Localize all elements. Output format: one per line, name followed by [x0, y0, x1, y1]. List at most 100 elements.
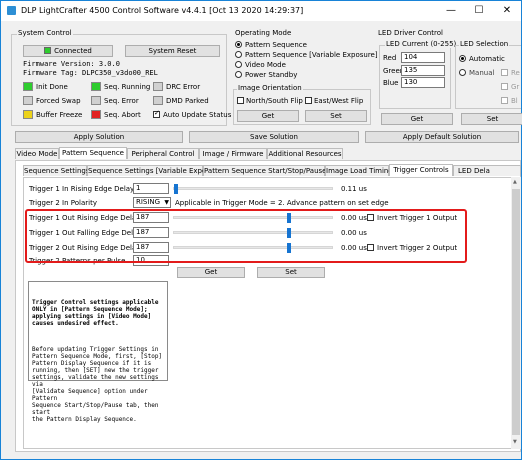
- led-green-label: Gr: [511, 83, 520, 91]
- buffer-freeze-label: Buffer Freeze: [36, 111, 83, 119]
- app-icon: [7, 6, 16, 15]
- led-get-button[interactable]: Get: [381, 113, 453, 125]
- close-button[interactable]: ✕: [493, 1, 521, 21]
- mode-pattern-variable-label: Pattern Sequence [Variable Exposure]: [245, 51, 378, 59]
- trigger-get-button[interactable]: Get: [177, 267, 245, 278]
- scroll-up-icon[interactable]: ▲: [513, 179, 517, 185]
- led-blue-label: Bl: [511, 97, 518, 105]
- tab-peripheral-control[interactable]: Peripheral Control: [127, 148, 199, 159]
- vertical-scrollbar[interactable]: ▲ ▼: [511, 177, 521, 449]
- buffer-freeze-led: [23, 110, 33, 119]
- seq-error-label: Seq. Error: [104, 97, 139, 105]
- trigger2-polarity-select[interactable]: RISING ▼: [133, 197, 171, 208]
- seq-error-led: [91, 96, 101, 105]
- system-reset-button[interactable]: System Reset: [125, 45, 220, 57]
- init-done-led: [23, 82, 33, 91]
- subtab-sequence-settings[interactable]: Sequence Settings: [23, 165, 89, 176]
- highlight-box: [25, 209, 467, 263]
- led-driver-title: LED Driver Control: [377, 29, 445, 37]
- firmware-tag: Firmware Tag: DLPC350_v3do00_REL: [23, 69, 158, 77]
- trigger1-in-input[interactable]: 1: [133, 183, 169, 194]
- led-manual-radio[interactable]: [459, 69, 466, 76]
- init-done-label: Init Done: [36, 83, 68, 91]
- trigger-note: Trigger Control settings applicable ONLY…: [28, 281, 168, 423]
- led-manual-label: Manual: [469, 69, 495, 77]
- led-current-title: LED Current (0-255): [385, 40, 458, 48]
- dmd-parked-led: [153, 96, 163, 105]
- dmd-parked-label: DMD Parked: [166, 97, 209, 105]
- led-red-checkbox[interactable]: [501, 69, 508, 76]
- mode-pattern-sequence-radio[interactable]: [235, 41, 242, 48]
- seq-running-label: Seq. Running: [104, 83, 151, 91]
- trigger2-polarity-note: Applicable in Trigger Mode = 2. Advance …: [175, 199, 389, 207]
- operating-mode-title: Operating Mode: [234, 29, 293, 37]
- east-west-flip-label: East/West Flip: [314, 97, 364, 105]
- led-automatic-label: Automatic: [469, 55, 505, 63]
- connected-button[interactable]: Connected: [23, 45, 113, 57]
- trigger2-polarity-label: Trigger 2 In Polarity: [29, 199, 97, 207]
- app-window: DLP LightCrafter 4500 Control Software v…: [0, 0, 522, 460]
- auto-update-label: Auto Update Status: [163, 111, 232, 119]
- subtab-trigger-controls[interactable]: Trigger Controls: [389, 164, 453, 176]
- system-control-title: System Control: [17, 29, 73, 37]
- subtab-image-load-timing[interactable]: Image Load Timing: [325, 165, 393, 176]
- apply-solution-button[interactable]: Apply Solution: [15, 131, 183, 143]
- minimize-button[interactable]: —: [437, 1, 465, 21]
- seq-running-led: [91, 82, 101, 91]
- north-south-flip-label: North/South Flip: [246, 97, 303, 105]
- mode-power-standby-label: Power Standby: [245, 71, 298, 79]
- mode-video-radio[interactable]: [235, 61, 242, 68]
- tab-additional-resources[interactable]: Additional Resources: [267, 148, 343, 159]
- image-orientation-title: Image Orientation: [237, 84, 303, 92]
- firmware-version: Firmware Version: 3.0.0: [23, 60, 120, 68]
- trigger-note-warning: Trigger Control settings applicable ONLY…: [32, 299, 159, 327]
- apply-default-solution-button[interactable]: Apply Default Solution: [365, 131, 519, 143]
- tab-pattern-sequence[interactable]: Pattern Sequence: [59, 147, 127, 159]
- led-green-checkbox[interactable]: [501, 83, 508, 90]
- title-bar[interactable]: DLP LightCrafter 4500 Control Software v…: [1, 1, 521, 21]
- orientation-set-button[interactable]: Set: [305, 110, 367, 122]
- tab-image-firmware[interactable]: Image / Firmware: [199, 148, 267, 159]
- led-set-button[interactable]: Set: [461, 113, 522, 125]
- auto-update-checkbox[interactable]: [153, 109, 160, 118]
- maximize-button[interactable]: ☐: [465, 1, 493, 21]
- trigger1-in-unit: 0.11 us: [341, 185, 367, 193]
- seq-abort-led: [91, 110, 101, 119]
- subtab-sequence-settings-variable[interactable]: Sequence Settings [Variable Exposure]: [87, 165, 224, 176]
- chevron-down-icon: ▼: [164, 199, 169, 206]
- subtab-led-delay[interactable]: LED Dela: [453, 165, 521, 176]
- trigger1-in-slider-thumb[interactable]: [174, 184, 178, 194]
- forced-swap-label: Forced Swap: [36, 97, 81, 105]
- subtab-start-stop-pause[interactable]: Pattern Sequence Start/Stop/Pause: [203, 165, 326, 176]
- seq-abort-label: Seq. Abort: [104, 111, 141, 119]
- connected-label: Connected: [54, 47, 92, 55]
- mode-power-standby-radio[interactable]: [235, 71, 242, 78]
- scroll-down-icon[interactable]: ▼: [513, 439, 517, 445]
- connected-indicator-icon: [44, 47, 52, 54]
- trigger-set-button[interactable]: Set: [257, 267, 325, 278]
- trigger2-polarity-value: RISING: [136, 198, 161, 206]
- trigger1-in-slider-track[interactable]: [173, 187, 333, 190]
- green-current-input[interactable]: 135: [401, 65, 445, 76]
- scrollbar-thumb[interactable]: [512, 189, 520, 435]
- red-label: Red: [383, 54, 397, 62]
- tab-video-mode[interactable]: Video Mode: [15, 148, 59, 159]
- east-west-flip-checkbox[interactable]: [305, 97, 312, 104]
- led-automatic-radio[interactable]: [459, 55, 466, 62]
- led-selection-title: LED Selection: [459, 40, 510, 48]
- mode-pattern-variable-radio[interactable]: [235, 51, 242, 58]
- red-current-input[interactable]: 104: [401, 52, 445, 63]
- led-red-label: Re: [511, 69, 520, 77]
- drc-error-led: [153, 82, 163, 91]
- forced-swap-led: [23, 96, 33, 105]
- trigger1-in-label: Trigger 1 In Rising Edge Delay: [29, 185, 135, 193]
- mode-video-label: Video Mode: [245, 61, 286, 69]
- window-title: DLP LightCrafter 4500 Control Software v…: [21, 6, 304, 15]
- main-tab-bar: Video Mode Pattern Sequence Peripheral C…: [15, 147, 521, 160]
- led-blue-checkbox[interactable]: [501, 97, 508, 104]
- blue-label: Blue: [383, 79, 399, 87]
- save-solution-button[interactable]: Save Solution: [189, 131, 359, 143]
- orientation-get-button[interactable]: Get: [237, 110, 299, 122]
- blue-current-input[interactable]: 130: [401, 77, 445, 88]
- north-south-flip-checkbox[interactable]: [237, 97, 244, 104]
